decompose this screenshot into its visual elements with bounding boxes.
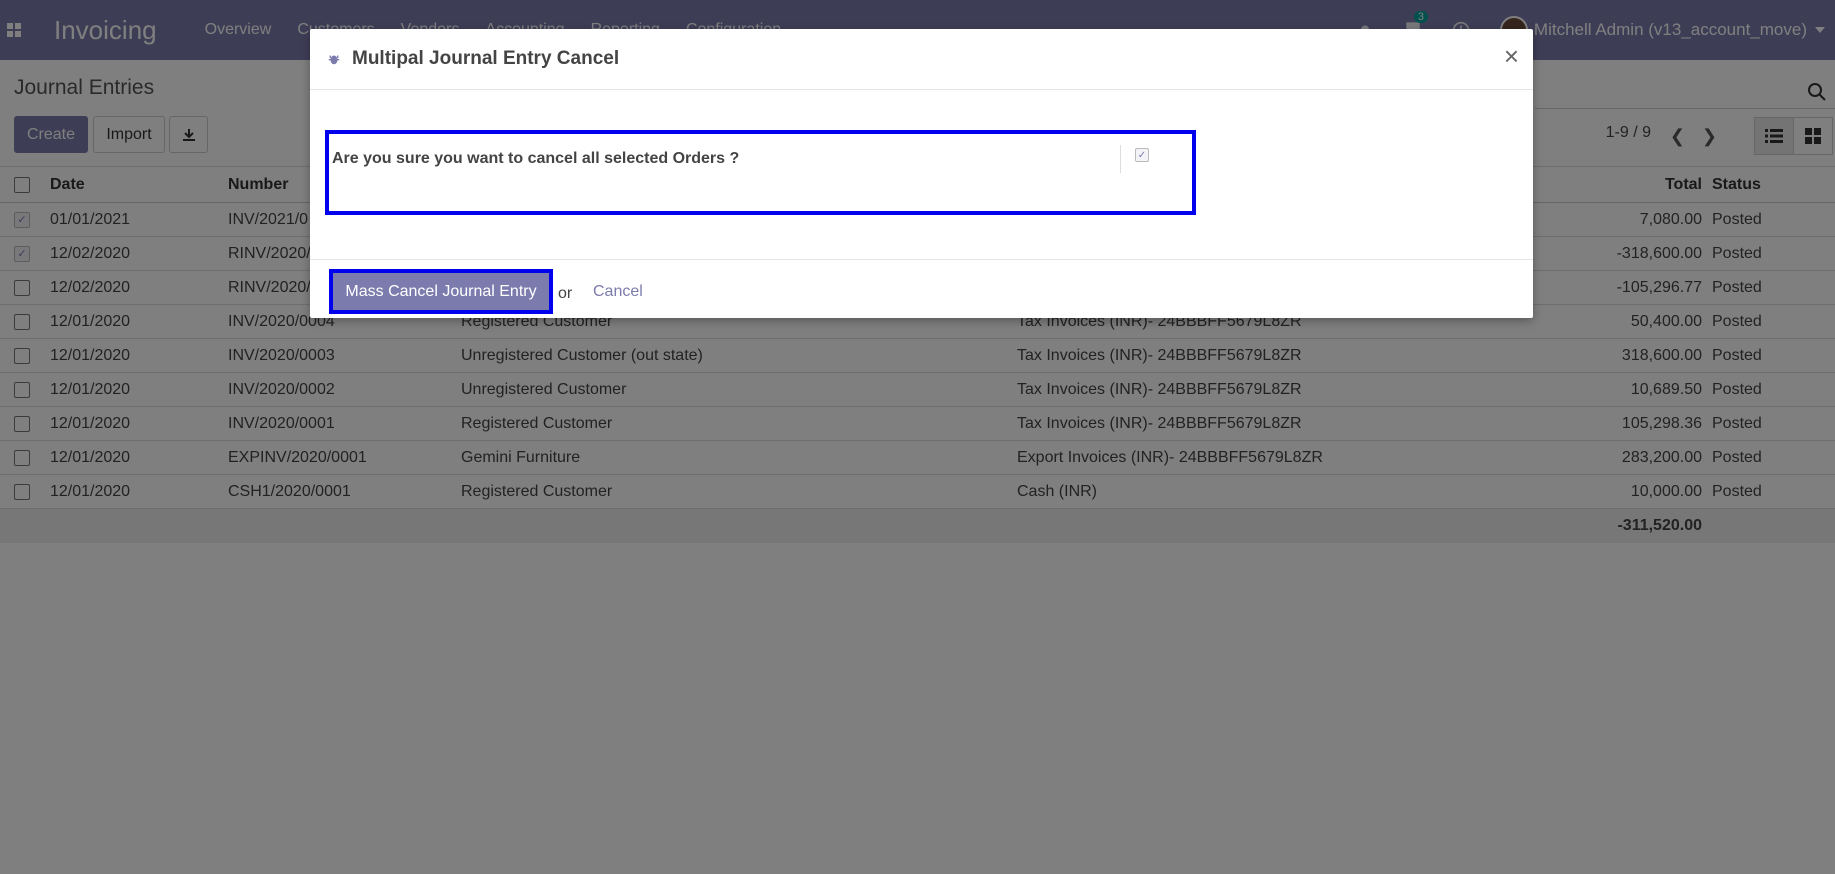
dialog-title: Multipal Journal Entry Cancel: [352, 48, 620, 69]
cancel-dialog: Multipal Journal Entry Cancel × Are you …: [310, 29, 1533, 318]
close-icon[interactable]: ×: [1504, 43, 1519, 69]
confirm-field: Are you sure you want to cancel all sele…: [325, 130, 1196, 215]
dialog-header: Multipal Journal Entry Cancel ×: [310, 29, 1533, 90]
confirm-label: Are you sure you want to cancel all sele…: [332, 150, 740, 167]
confirm-checkbox[interactable]: ✓: [1135, 148, 1149, 162]
bug-icon: [326, 51, 342, 67]
cancel-button[interactable]: Cancel: [593, 283, 643, 301]
mass-cancel-button[interactable]: Mass Cancel Journal Entry: [329, 269, 553, 314]
dialog-footer: Mass Cancel Journal Entry or Cancel: [310, 260, 1533, 318]
divider: [1120, 145, 1121, 173]
dialog-body: Are you sure you want to cancel all sele…: [310, 90, 1533, 260]
or-text: or: [558, 285, 573, 302]
